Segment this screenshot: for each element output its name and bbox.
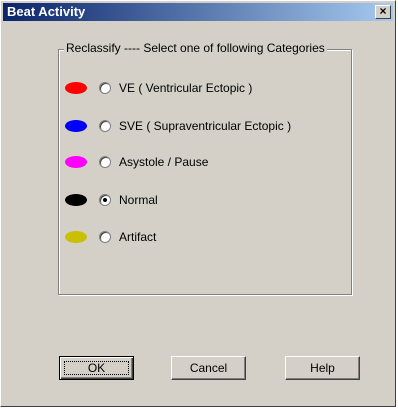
ve-radio[interactable]: [99, 82, 111, 94]
help-button-label: Help: [310, 361, 335, 375]
asystole-label[interactable]: Asystole / Pause: [119, 154, 208, 170]
artifact-label[interactable]: Artifact: [119, 229, 156, 245]
cancel-button[interactable]: Cancel: [171, 356, 246, 380]
artifact-radio[interactable]: [99, 231, 111, 243]
cancel-button-label: Cancel: [189, 361, 228, 375]
title-bar: Beat Activity ×: [3, 3, 393, 21]
blue-color-swatch-icon: [65, 120, 87, 132]
focus-rect: [64, 361, 129, 375]
close-button[interactable]: ×: [375, 5, 391, 19]
beat-activity-dialog: Beat Activity × Reclassify ---- Select o…: [0, 0, 396, 407]
normal-label[interactable]: Normal: [119, 192, 158, 208]
reclassify-group-label: Reclassify ---- Select one of following …: [64, 40, 327, 56]
normal-radio[interactable]: [99, 194, 111, 206]
ok-button[interactable]: OK: [59, 356, 134, 380]
sve-label[interactable]: SVE ( Supraventricular Ectopic ): [119, 118, 291, 134]
sve-radio[interactable]: [99, 120, 111, 132]
window-title: Beat Activity: [7, 4, 86, 19]
magenta-color-swatch-icon: [65, 156, 87, 168]
ve-label[interactable]: VE ( Ventricular Ectopic ): [119, 80, 252, 96]
red-color-swatch-icon: [65, 82, 87, 94]
black-color-swatch-icon: [65, 194, 87, 206]
asystole-radio[interactable]: [99, 156, 111, 168]
olive-color-swatch-icon: [65, 231, 87, 243]
help-button[interactable]: Help: [285, 356, 360, 380]
